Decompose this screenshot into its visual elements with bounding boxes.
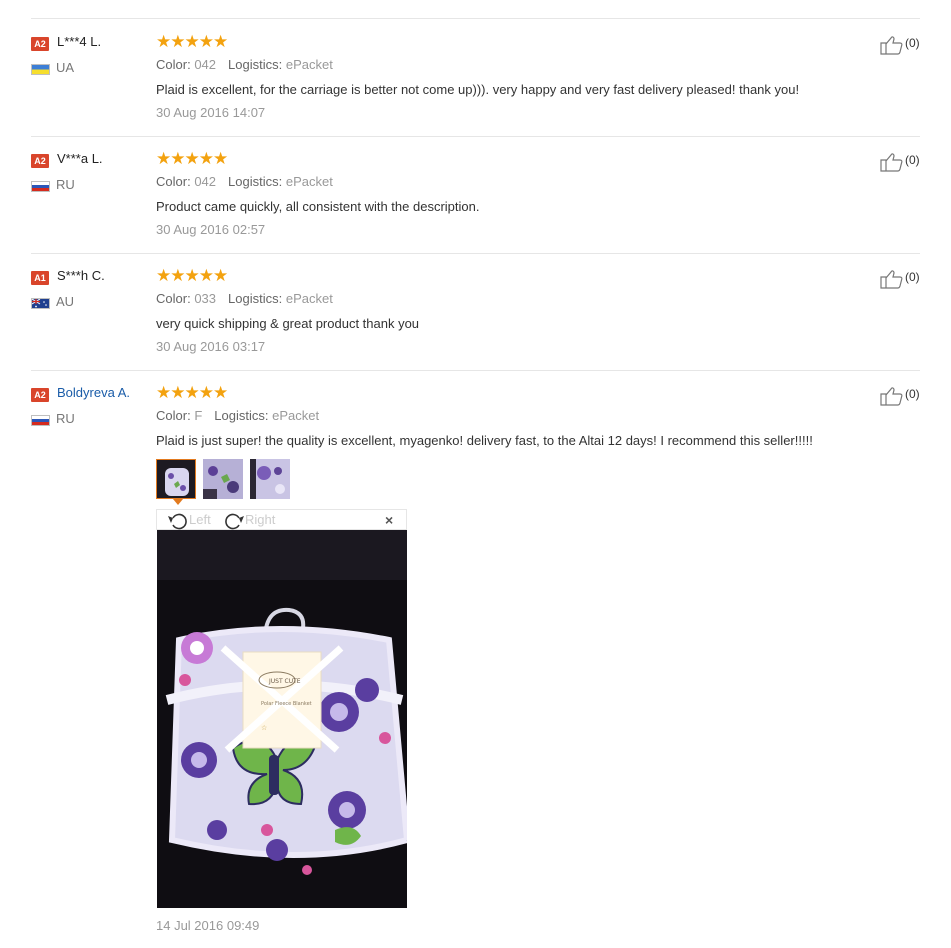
reviewer-country: RU [56, 177, 75, 192]
color-label: Color: [156, 57, 191, 72]
review-photo-thumbnail[interactable] [250, 459, 290, 499]
star-rating: ★★★★★ [156, 266, 228, 285]
review-date: 30 Aug 2016 14:07 [156, 105, 266, 120]
review-divider [31, 253, 920, 254]
flag-icon [31, 415, 50, 426]
color-value: 042 [194, 174, 217, 189]
star-rating: ★★★★★ [156, 149, 228, 168]
logistics-value: ePacket [272, 408, 320, 423]
photo-viewer-toolbar: Left Right × [156, 509, 407, 530]
logistics-label: Logistics: [228, 291, 283, 306]
review-date: 30 Aug 2016 03:17 [156, 339, 266, 354]
reviewer-country: AU [56, 294, 75, 309]
package-label-star: ☆ [261, 724, 267, 732]
reviewer-name: V***a L. [57, 151, 103, 166]
like-count: (0) [905, 153, 920, 167]
review-divider [31, 18, 920, 19]
buyer-level-badge: A2 [31, 388, 49, 402]
flag-icon [31, 64, 50, 75]
logistics-value: ePacket [285, 57, 333, 72]
rotate-right-icon [225, 513, 244, 529]
review-divider [31, 136, 920, 137]
logistics-label: Logistics: [228, 174, 283, 189]
thumbs-up-icon[interactable] [880, 386, 904, 406]
review-meta: Color: 042 Logistics: ePacket [156, 57, 333, 72]
package-label-line: Polar Fleece Blanket [261, 701, 312, 707]
close-icon[interactable]: × [385, 511, 393, 529]
review-text: very quick shipping & great product than… [156, 316, 420, 331]
reviewer-country: RU [56, 411, 75, 426]
thumbs-up-icon[interactable] [880, 269, 904, 289]
review-text: Product came quickly, all consistent wit… [156, 199, 480, 214]
color-label: Color: [156, 174, 191, 189]
star-rating: ★★★★★ [156, 32, 228, 51]
selected-thumbnail-arrow [173, 499, 183, 505]
review-meta: Color: 033 Logistics: ePacket [156, 291, 333, 306]
rotate-left-button[interactable]: Left [167, 510, 211, 530]
review-meta: Color: 042 Logistics: ePacket [156, 174, 333, 189]
color-label: Color: [156, 408, 191, 423]
review-date: 14 Jul 2016 09:49 [156, 918, 260, 933]
review-photo-large: JUST CUTE Polar Fleece Blanket ☆ [157, 530, 407, 908]
rotate-left-label: Left [189, 512, 211, 527]
logistics-value: ePacket [285, 291, 333, 306]
review-photo-thumbnail[interactable] [156, 459, 196, 499]
like-count: (0) [905, 387, 920, 401]
review-text: Plaid is excellent, for the carriage is … [156, 82, 800, 97]
review-text: Plaid is just super! the quality is exce… [156, 433, 813, 448]
like-count: (0) [905, 36, 920, 50]
buyer-level-badge: A2 [31, 154, 49, 168]
buyer-level-badge: A1 [31, 271, 49, 285]
logistics-label: Logistics: [214, 408, 269, 423]
flag-icon [31, 181, 50, 192]
like-count: (0) [905, 270, 920, 284]
color-label: Color: [156, 291, 191, 306]
review-divider [31, 370, 920, 371]
flag-icon [31, 298, 50, 309]
reviewer-name-link[interactable]: Boldyreva A. [57, 385, 130, 400]
rotate-left-icon [168, 513, 187, 529]
thumbs-up-icon[interactable] [880, 35, 904, 55]
star-rating: ★★★★★ [156, 383, 228, 402]
review-meta: Color: F Logistics: ePacket [156, 408, 319, 423]
package-label-brand: JUST CUTE [268, 678, 301, 685]
color-value: 042 [194, 57, 217, 72]
buyer-level-badge: A2 [31, 37, 49, 51]
review-photo-thumbnail[interactable] [203, 459, 243, 499]
rotate-right-button[interactable]: Right [223, 510, 275, 530]
reviewer-name: S***h C. [57, 268, 105, 283]
rotate-right-label: Right [245, 512, 276, 527]
reviewer-country: UA [56, 60, 75, 75]
review-date: 30 Aug 2016 02:57 [156, 222, 266, 237]
thumbs-up-icon[interactable] [880, 152, 904, 172]
logistics-value: ePacket [285, 174, 333, 189]
color-value: 033 [194, 291, 217, 306]
reviewer-name: L***4 L. [57, 34, 102, 49]
logistics-label: Logistics: [228, 57, 283, 72]
color-value: F [194, 408, 203, 423]
